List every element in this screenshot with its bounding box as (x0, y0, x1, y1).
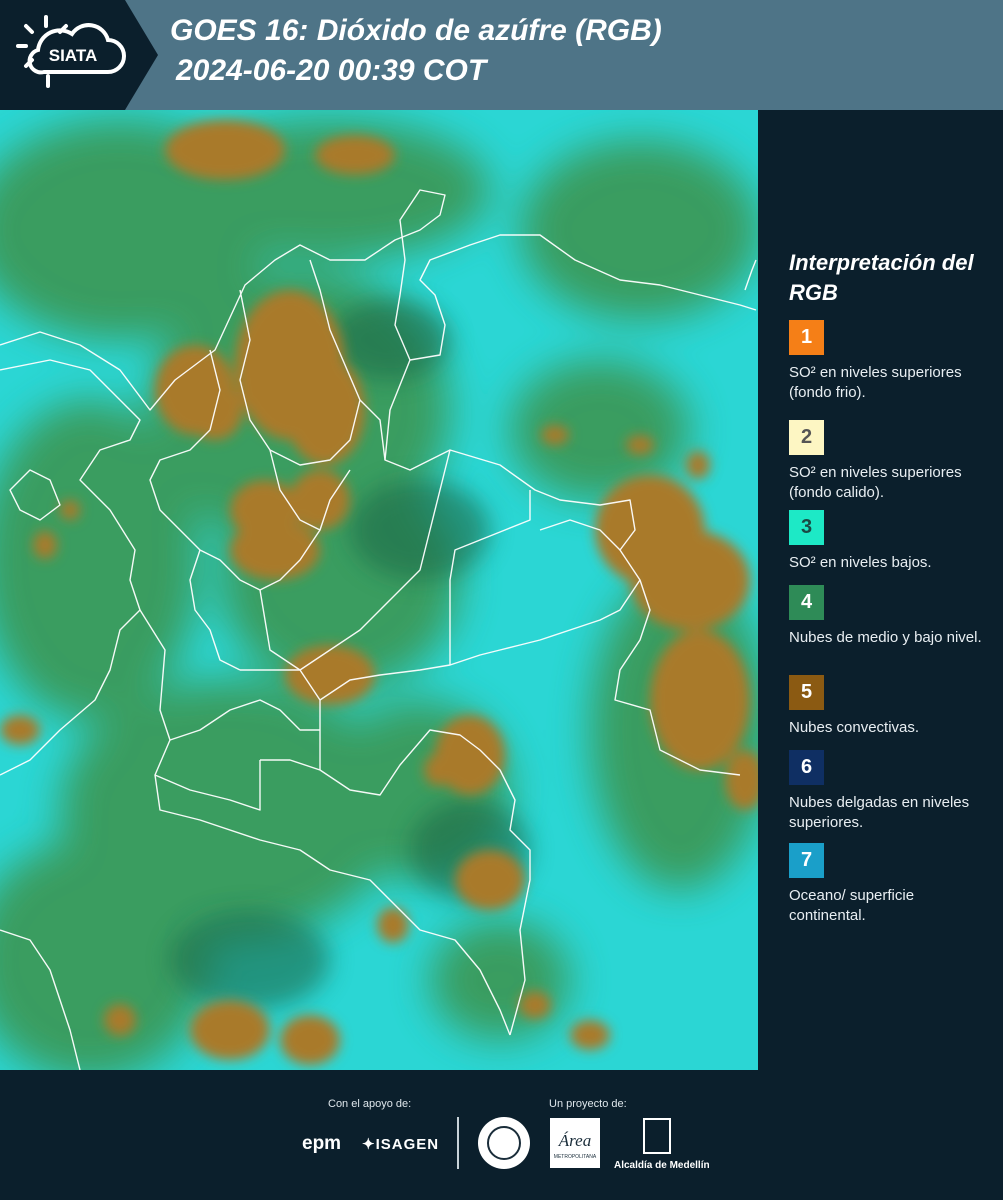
legend-swatch: 2 (789, 420, 824, 455)
legend-label: SO² en niveles superiores (fondo calido)… (789, 464, 962, 501)
footer: Con el apoyo de: Un proyecto de: epm ✦IS… (0, 1070, 1003, 1200)
legend-item: 1 SO² en niveles superiores (fondo frio). (789, 320, 994, 403)
legend-label: Nubes convectivas. (789, 719, 920, 736)
legend-title: Interpretación del RGB (789, 250, 974, 305)
legend-swatch: 7 (789, 843, 824, 878)
legend-item: 6 Nubes delgadas en niveles superiores. (789, 750, 994, 833)
isagen-star-icon: ✦ (362, 1136, 376, 1153)
isagen-logo[interactable]: ✦ISAGEN (362, 1135, 439, 1153)
isagen-text: ISAGEN (375, 1136, 440, 1153)
legend-swatch: 4 (789, 585, 824, 620)
siata-logo[interactable]: SIATA (16, 14, 131, 94)
header: SIATA GOES 16: Dióxido de azúfre (RGB) 2… (0, 0, 1003, 110)
area-logo-text: Área (558, 1131, 591, 1150)
page-subtitle: 2024-06-20 00:39 COT (176, 54, 487, 87)
legend-item: 3 SO² en niveles bajos. (789, 510, 994, 573)
legend-item: 2 SO² en niveles superiores (fondo calido… (789, 420, 994, 503)
legend-label: Nubes delgadas en niveles superiores. (789, 794, 970, 831)
sun-cloud-icon: SIATA (16, 15, 126, 88)
alcaldia-shield-icon (643, 1118, 671, 1154)
satellite-image (0, 110, 758, 1070)
legend-label: SO² en niveles bajos. (789, 554, 932, 571)
area-logo-subtext: METROPOLITANA (554, 1154, 597, 1160)
medellin-seal-logo[interactable] (478, 1117, 530, 1169)
legend-item: 5 Nubes convectivas. (789, 675, 994, 738)
legend-swatch: 5 (789, 675, 824, 710)
footer-divider (457, 1117, 459, 1169)
page-title: GOES 16: Dióxido de azúfre (RGB) (170, 14, 662, 47)
support-label: Con el apoyo de: (328, 1098, 412, 1110)
area-metropolitana-logo[interactable]: Área METROPOLITANA (550, 1118, 600, 1168)
legend-swatch: 6 (789, 750, 824, 785)
alcaldia-logo-text[interactable]: Alcaldía de Medellín (614, 1160, 710, 1171)
legend-item: 4 Nubes de medio y bajo nivel. (789, 585, 994, 648)
logo-text: SIATA (49, 46, 97, 65)
epm-logo[interactable]: epm (302, 1133, 341, 1155)
legend-label: SO² en niveles superiores (fondo frio). (789, 364, 962, 401)
legend-item: 7 Oceano/ superficie continental. (789, 843, 994, 926)
seal-icon (487, 1126, 521, 1160)
legend-label: Oceano/ superficie continental. (789, 887, 915, 924)
satellite-map[interactable] (0, 110, 758, 1070)
legend-label: Nubes de medio y bajo nivel. (789, 629, 982, 646)
area-logo-mark: Área METROPOLITANA (554, 1131, 597, 1160)
legend-swatch: 1 (789, 320, 824, 355)
legend-panel: Interpretación del RGB 1 SO² en niveles s… (760, 110, 1003, 1070)
legend-swatch: 3 (789, 510, 824, 545)
project-label: Un proyecto de: (549, 1098, 627, 1110)
